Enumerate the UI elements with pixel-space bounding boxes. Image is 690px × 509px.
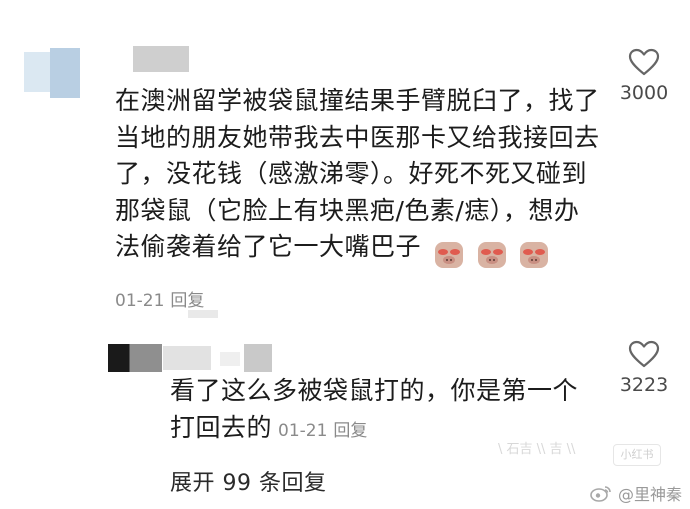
comment-meta: 01-21 回复 [115, 286, 204, 311]
comment-line: 了，没花钱（感激涕零）。好死不死又碰到 [115, 159, 588, 188]
comment-line: 当地的朋友她带我去中医那卡又给我接回去 [115, 122, 600, 152]
comment-line: 在澳洲留学被袋鼠撞结果手臂脱臼了，找了 [115, 86, 600, 115]
comment-date: 01-21 [115, 291, 165, 311]
heart-icon[interactable] [604, 340, 684, 368]
pig-face-icon [477, 242, 506, 268]
reply-button[interactable]: 回复 [170, 291, 204, 311]
like-control[interactable]: 3223 [604, 340, 684, 396]
blur-artifact [188, 310, 218, 318]
username-blurred[interactable] [133, 46, 189, 72]
comment-line-text: 打回去的 [170, 412, 273, 442]
sticker-group [433, 235, 552, 272]
comment-date: 01-21 [278, 420, 328, 441]
watermark: @里神秦 [590, 481, 682, 505]
expand-replies-button[interactable]: 展开 99 条回复 [170, 465, 326, 497]
comment-line: 看了这么多被袋鼠打的，你是第一个 [170, 376, 579, 405]
username-blurred[interactable] [163, 346, 211, 370]
faint-watermark: \ 石吉 \\ 吉 \\ [498, 442, 576, 457]
avatar[interactable] [108, 344, 162, 372]
comment-meta: 01-21 回复 [278, 421, 367, 441]
username-blurred [220, 352, 240, 366]
comment-line: 法偷袭着给了它一大嘴巴子 [115, 229, 600, 272]
pig-face-icon [435, 242, 464, 268]
like-control[interactable]: 3000 [604, 48, 684, 104]
comment-line-text: 法偷袭着给了它一大嘴巴子 [115, 232, 422, 261]
watermark-text: @里神秦 [617, 485, 682, 504]
pig-face-icon [520, 242, 549, 268]
avatar[interactable] [24, 44, 86, 100]
like-count: 3223 [619, 374, 669, 396]
comment-line: 那袋鼠（它脸上有块黑疤/色素/痣），想办 [115, 195, 580, 225]
username-blurred [244, 344, 272, 372]
heart-icon[interactable] [604, 48, 684, 76]
watermark-box: 小红书 [613, 444, 661, 466]
weibo-logo-icon [590, 484, 612, 502]
reply-button[interactable]: 回复 [333, 421, 367, 441]
comment-text: 在澳洲留学被袋鼠撞结果手臂脱臼了，找了 当地的朋友她带我去中医那卡又给我接回去 … [115, 83, 600, 272]
like-count: 3000 [619, 82, 669, 104]
